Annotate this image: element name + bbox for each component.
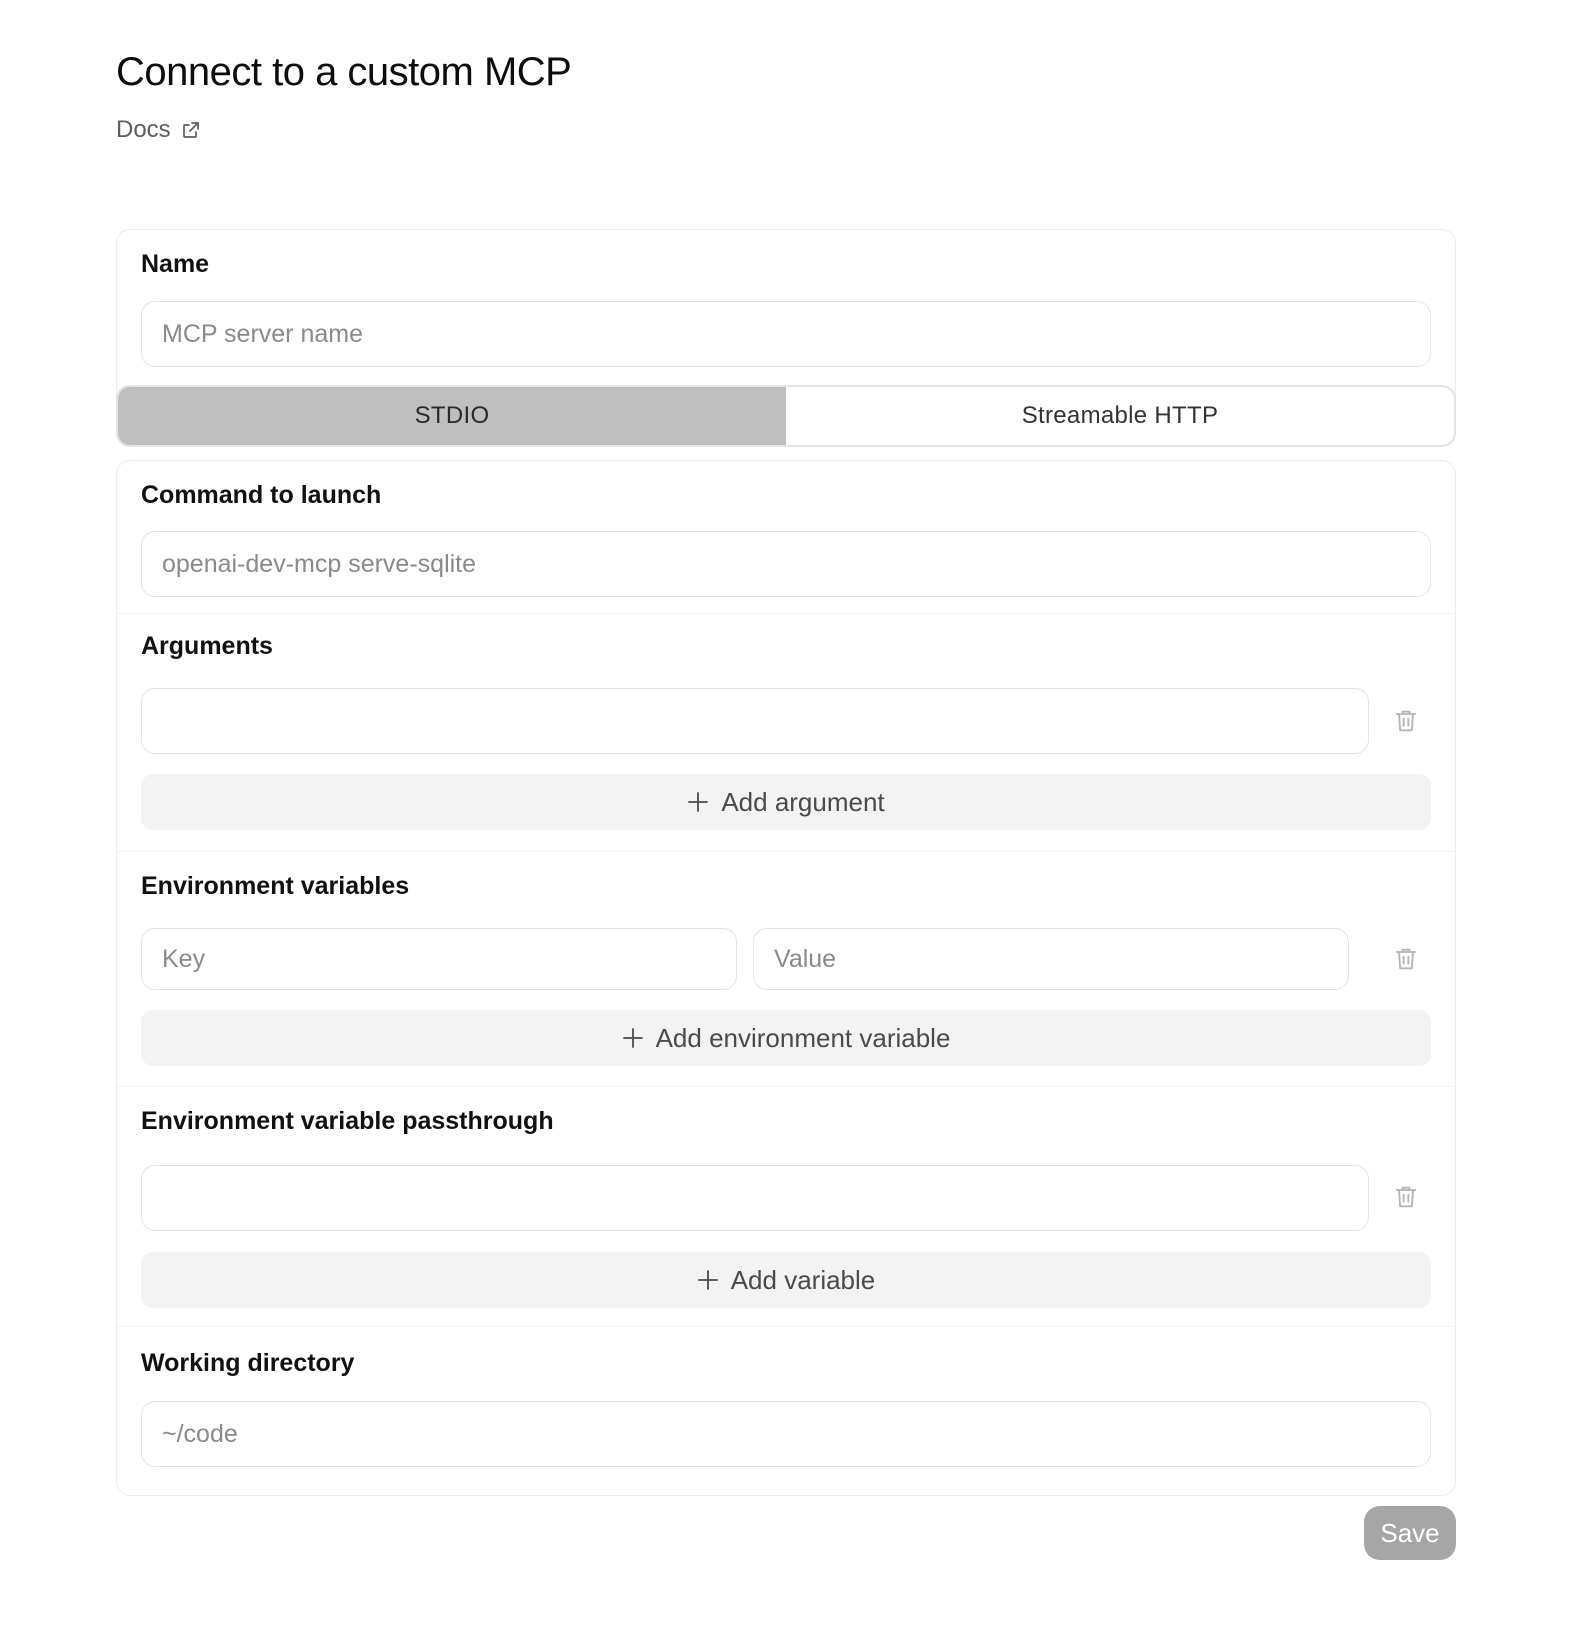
- docs-link-label: Docs: [116, 116, 171, 143]
- arguments-section: Arguments Add argument: [117, 613, 1455, 852]
- plus-icon: [622, 1028, 643, 1048]
- add-variable-button[interactable]: Add variable: [141, 1252, 1431, 1308]
- name-label: Name: [141, 250, 210, 278]
- external-link-icon: [182, 122, 199, 138]
- plus-icon: [697, 1270, 718, 1290]
- tab-streamable-http[interactable]: Streamable HTTP: [786, 387, 1454, 445]
- mcp-connect-page: Connect to a custom MCP Docs Name STDIO …: [0, 0, 1572, 1648]
- command-section: Command to launch: [117, 461, 1455, 613]
- command-label: Command to launch: [141, 481, 382, 509]
- env-value-input[interactable]: [753, 928, 1349, 990]
- workdir-input[interactable]: [141, 1401, 1431, 1467]
- docs-link[interactable]: Docs: [116, 116, 201, 144]
- passthrough-label: Environment variable passthrough: [141, 1107, 554, 1135]
- env-key-input[interactable]: [141, 928, 737, 990]
- workdir-label: Working directory: [141, 1349, 355, 1377]
- server-name-input[interactable]: [141, 301, 1431, 367]
- transport-toggle: STDIO Streamable HTTP: [116, 385, 1456, 447]
- add-argument-button[interactable]: Add argument: [141, 774, 1431, 830]
- tab-stdio[interactable]: STDIO: [118, 387, 786, 445]
- stdio-config-card: Command to launch Arguments Add argument…: [116, 460, 1456, 1496]
- env-section: Environment variables Add environment va…: [117, 851, 1455, 1087]
- add-argument-label: Add argument: [721, 786, 885, 817]
- passthrough-section: Environment variable passthrough Add var…: [117, 1086, 1455, 1327]
- arguments-label: Arguments: [141, 632, 273, 660]
- env-label: Environment variables: [141, 872, 410, 900]
- trash-icon[interactable]: [1392, 1183, 1420, 1211]
- page-title: Connect to a custom MCP: [116, 50, 572, 94]
- trash-icon[interactable]: [1392, 707, 1420, 735]
- argument-input[interactable]: [141, 688, 1369, 754]
- add-variable-label: Add variable: [730, 1264, 876, 1295]
- plus-icon: [688, 792, 709, 812]
- command-input[interactable]: [141, 531, 1431, 597]
- add-env-variable-button[interactable]: Add environment variable: [141, 1010, 1431, 1066]
- trash-icon[interactable]: [1392, 945, 1420, 973]
- workdir-section: Working directory: [117, 1326, 1455, 1495]
- passthrough-input[interactable]: [141, 1165, 1369, 1231]
- save-button[interactable]: Save: [1364, 1506, 1456, 1560]
- add-env-variable-label: Add environment variable: [655, 1022, 951, 1053]
